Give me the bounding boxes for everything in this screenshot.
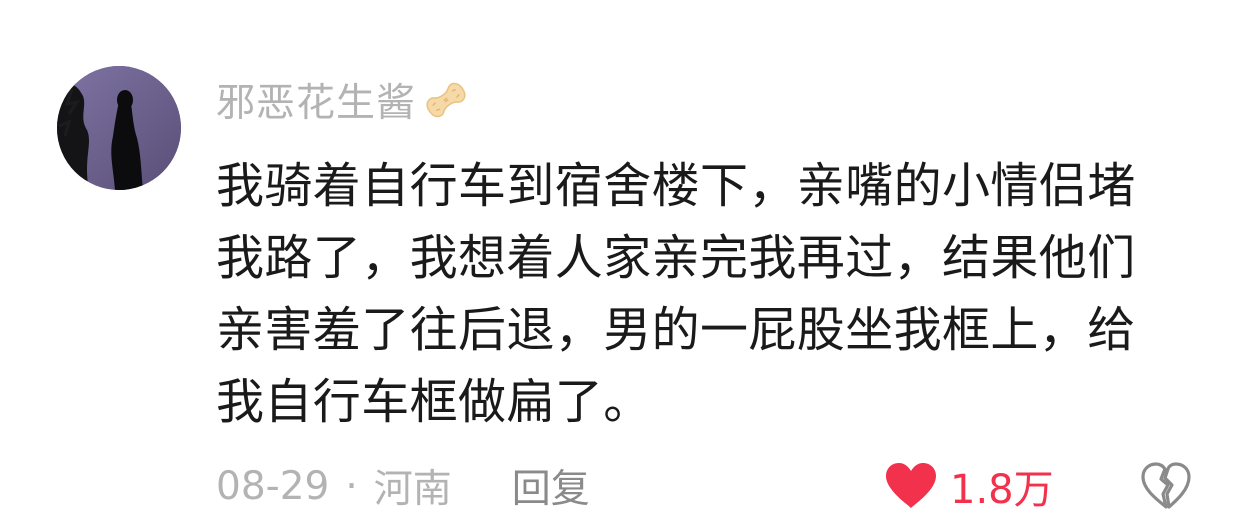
dislike-button[interactable] [1140,460,1192,512]
like-count: 1.8万 [950,467,1054,513]
comment-text-line: 我骑着自行车到宿舍楼下，亲嘴的小情侣堵 [216,158,1136,214]
comment-item: 邪恶花生酱 我骑着自行车到宿舍楼下，亲嘴的小情侣堵 我路了，我想着人家亲完我再过… [0,0,1260,528]
heart-icon [886,463,936,508]
comment-meta: 08-29 · 河南 回复 [216,458,590,514]
avatar-image [57,66,181,190]
comment-location: 河南 [373,467,452,512]
username-row: 邪恶花生酱 [216,70,474,130]
comment-text-line: 我自行车框做扁了。 [216,374,652,430]
peanut-icon [418,75,474,125]
avatar[interactable] [57,66,181,190]
broken-heart-icon [1141,462,1191,509]
comment-text-line: 我路了，我想着人家亲完我再过，结果他们 [216,230,1136,286]
comment-text-line: 亲害羞了往后退，男的一屁股坐我框上，给 [216,302,1136,358]
username[interactable]: 邪恶花生酱 [216,72,416,128]
comment-text: 我骑着自行车到宿舍楼下，亲嘴的小情侣堵 我路了，我想着人家亲完我再过，结果他们 … [216,150,1206,438]
meta-separator: · [345,463,358,509]
like-button[interactable]: 1.8万 [884,458,1054,514]
comment-date: 08-29 [216,463,330,509]
reply-button[interactable]: 回复 [512,458,590,514]
